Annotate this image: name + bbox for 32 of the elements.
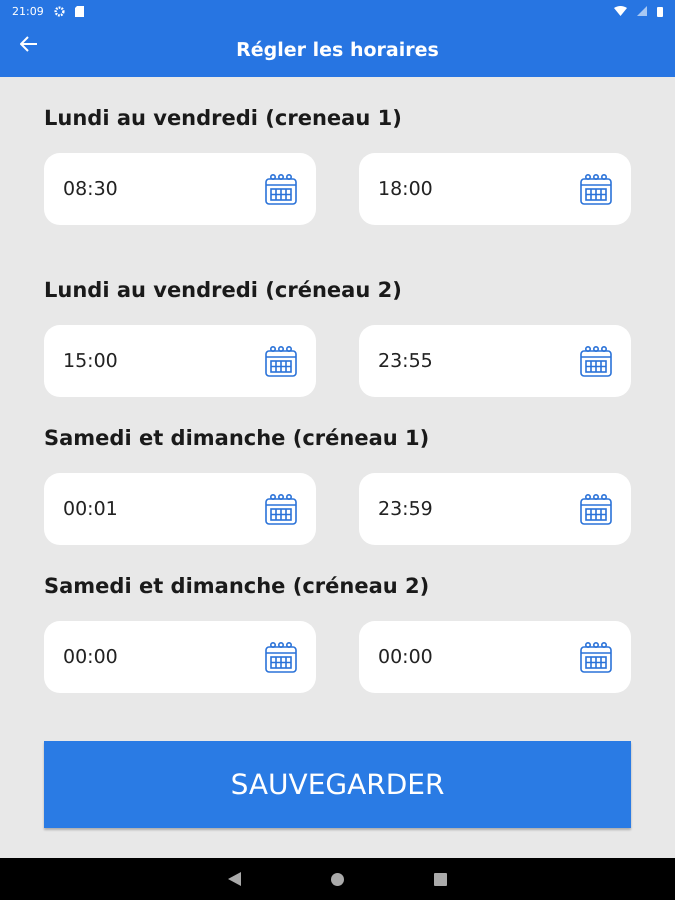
calendar-icon[interactable] (579, 492, 613, 526)
calendar-icon[interactable] (264, 172, 298, 206)
calendar-icon[interactable] (264, 344, 298, 378)
recents-icon[interactable] (434, 872, 447, 886)
back-arrow-icon[interactable] (20, 36, 38, 52)
time-field[interactable]: 00:00 (359, 621, 631, 693)
screen-title: Régler les horaires (236, 38, 439, 60)
time-field[interactable]: 00:00 (44, 621, 316, 693)
time-field[interactable]: 15:00 (44, 325, 316, 397)
section-title: Samedi et dimanche (créneau 2) (44, 573, 430, 600)
calendar-icon[interactable] (579, 344, 613, 378)
calendar-icon[interactable] (579, 640, 613, 674)
gear-icon (54, 6, 65, 16)
section-title: Samedi et dimanche (créneau 1) (44, 425, 430, 452)
sd-card-icon (74, 6, 84, 16)
time-field[interactable]: 08:30 (44, 153, 316, 225)
battery-icon (657, 6, 663, 16)
time-field[interactable]: 23:59 (359, 473, 631, 545)
time-field[interactable]: 00:01 (44, 473, 316, 545)
section-title: Lundi au vendredi (creneau 1) (44, 105, 403, 132)
section-title: Lundi au vendredi (créneau 2) (44, 277, 403, 304)
calendar-icon[interactable] (264, 492, 298, 526)
calendar-icon[interactable] (264, 640, 298, 674)
status-time: 21:09 (12, 4, 44, 18)
home-icon[interactable] (331, 872, 344, 886)
signal-icon (637, 6, 647, 16)
save-button[interactable]: SAUVEGARDER (44, 741, 631, 828)
back-icon[interactable] (228, 872, 241, 886)
calendar-icon[interactable] (579, 172, 613, 206)
wifi-icon (614, 6, 627, 16)
time-field[interactable]: 18:00 (359, 153, 631, 225)
time-field[interactable]: 23:55 (359, 325, 631, 397)
